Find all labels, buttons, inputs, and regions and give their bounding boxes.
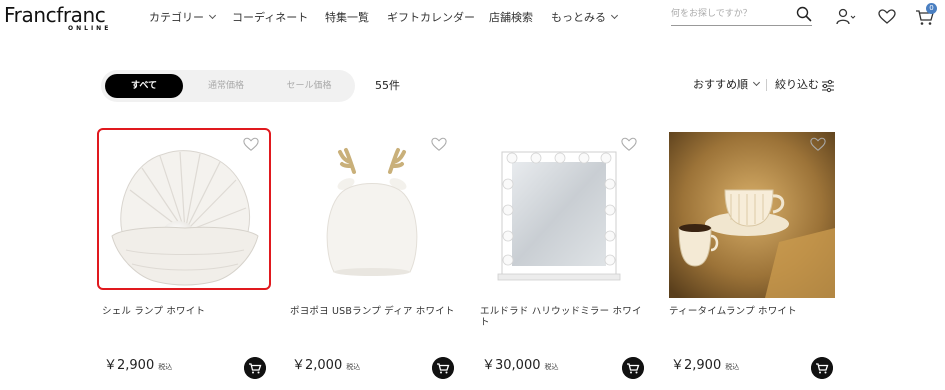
add-to-cart-button[interactable] [622,357,644,379]
chevron-down-icon [208,11,217,20]
product-image[interactable] [290,132,456,298]
favorite-heart-icon[interactable] [809,136,827,152]
nav-item-coordinate[interactable]: コーディネート [232,10,308,26]
sort-dropdown[interactable]: おすすめ順 [693,77,761,93]
tab-sale-price[interactable]: セール価格 [269,74,349,98]
logo-subtext: ONLINE [68,25,112,32]
price-value: ￥2,900 [671,358,722,373]
product-price: ￥30,000 税込 [482,358,559,375]
product-name[interactable]: シェル ランプ ホワイト [102,306,268,317]
filter-label: 絞り込む [775,78,819,91]
cart-count-badge: 0 [926,3,937,14]
hollywood-mirror-image [497,151,621,281]
favorite-heart-icon[interactable] [620,136,638,152]
tax-label: 税込 [346,363,361,371]
nav-item-category[interactable]: カテゴリー [149,10,217,26]
filter-sliders-icon[interactable] [821,79,835,93]
nav-label: カテゴリー [149,11,204,24]
selection-highlight [97,128,271,290]
heart-icon[interactable] [877,7,897,27]
chevron-down-icon [610,11,619,20]
product-name[interactable]: ポヨポヨ USBランプ ディア ホワイト [290,306,456,317]
product-price: ￥2,000 税込 [292,358,360,375]
product-price: ￥2,900 税込 [671,358,739,375]
add-to-cart-button[interactable] [432,357,454,379]
search-box [671,4,812,26]
teatime-lamp-image [669,132,835,298]
tab-all[interactable]: すべて [105,74,183,98]
filter-button[interactable]: 絞り込む [775,77,819,93]
francfranc-logo[interactable]: Francfranc ONLINE [4,2,116,36]
chevron-down-icon [752,78,761,87]
site-header: Francfranc ONLINE カテゴリー コーディネート 特集一覧 ギフト… [0,0,945,40]
search-icon[interactable] [796,6,812,22]
product-name[interactable]: エルドラド ハリウッドミラー ホワイト [480,306,646,328]
sort-label: おすすめ順 [693,78,748,91]
price-value: ￥30,000 [482,358,541,373]
search-input[interactable] [671,6,789,22]
nav-label: ギフトカレンダー [387,11,475,24]
nav-item-gift-calendar[interactable]: ギフトカレンダー [387,10,475,26]
result-count: 55件 [375,79,400,92]
user-icon[interactable] [836,7,856,27]
add-to-cart-button[interactable] [244,357,266,379]
tab-regular-price[interactable]: 通常価格 [187,74,265,98]
price-filter-segmented-control: すべて 通常価格 セール価格 [101,70,355,102]
tax-label: 税込 [725,363,740,371]
nav-label: コーディネート [232,11,309,24]
nav-label: 特集一覧 [325,11,369,24]
price-value: ￥2,900 [104,358,155,373]
deer-lamp-image [326,148,418,276]
product-card[interactable]: エルドラド ハリウッドミラー ホワイト ￥30,000 税込 [480,132,648,390]
nav-label: もっとみる [551,11,606,24]
price-value: ￥2,000 [292,358,343,373]
product-price: ￥2,900 税込 [104,358,172,375]
product-card[interactable]: ポヨポヨ USBランプ ディア ホワイト ￥2,000 税込 [290,132,458,390]
add-to-cart-button[interactable] [811,357,833,379]
nav-label: 店舗検索 [489,11,533,24]
tax-label: 税込 [158,363,173,371]
nav-item-more[interactable]: もっとみる [551,10,619,26]
divider [766,79,767,91]
favorite-heart-icon[interactable] [430,136,448,152]
product-image[interactable] [669,132,835,298]
product-name[interactable]: ティータイムランプ ホワイト [669,306,835,317]
product-image[interactable] [480,132,646,298]
nav-item-features[interactable]: 特集一覧 [325,10,369,26]
tax-label: 税込 [544,363,559,371]
nav-item-store-search[interactable]: 店舗検索 [489,10,533,26]
product-card[interactable]: ティータイムランプ ホワイト ￥2,900 税込 [669,132,837,390]
